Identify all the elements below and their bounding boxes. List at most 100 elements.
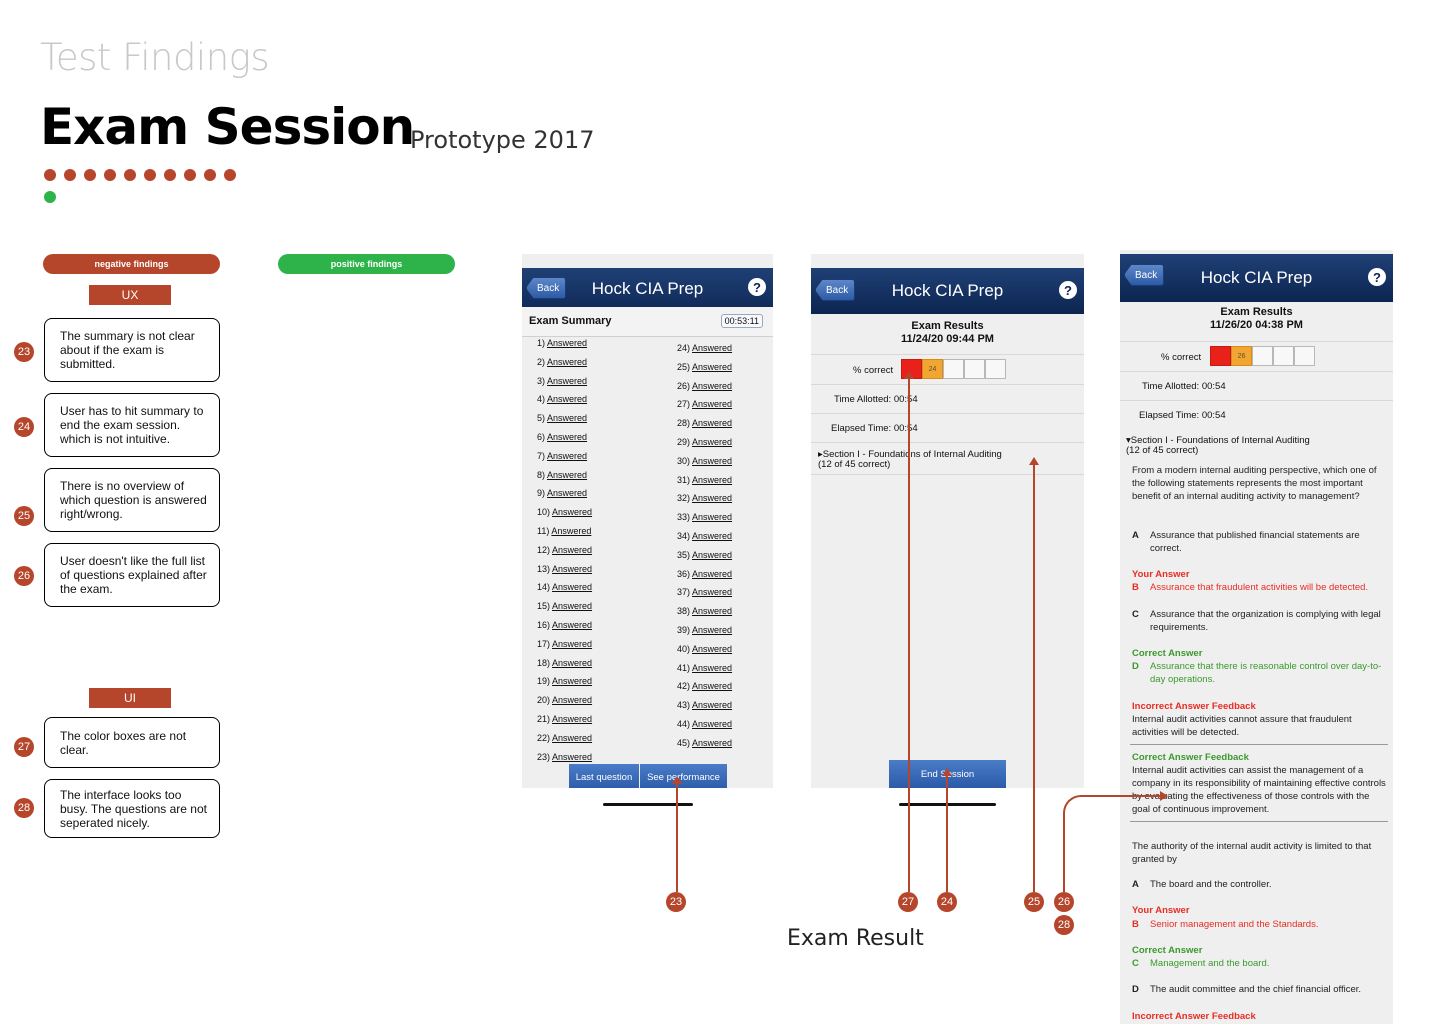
question-row[interactable]: 2) Answered — [537, 357, 592, 376]
answered-link[interactable]: Answered — [552, 639, 592, 649]
answered-link[interactable]: Answered — [692, 531, 732, 541]
answered-link[interactable]: Answered — [547, 376, 587, 386]
answered-link[interactable]: Answered — [692, 418, 732, 428]
answered-link[interactable]: Answered — [692, 399, 732, 409]
question-row[interactable]: 30) Answered — [677, 456, 732, 475]
question-row[interactable]: 15) Answered — [537, 601, 592, 620]
answered-link[interactable]: Answered — [552, 658, 592, 668]
question-row[interactable]: 27) Answered — [677, 399, 732, 418]
answered-link[interactable]: Answered — [692, 512, 732, 522]
answered-link[interactable]: Answered — [692, 569, 732, 579]
see-performance-button[interactable]: See performance — [640, 764, 727, 788]
question-row[interactable]: 9) Answered — [537, 488, 592, 507]
answered-link[interactable]: Answered — [547, 394, 587, 404]
help-icon[interactable]: ? — [1368, 268, 1386, 286]
answered-link[interactable]: Answered — [692, 719, 732, 729]
help-icon[interactable]: ? — [1059, 281, 1077, 299]
question-row[interactable]: 28) Answered — [677, 418, 732, 437]
answered-link[interactable]: Answered — [547, 432, 587, 442]
question-row[interactable]: 42) Answered — [677, 681, 732, 700]
question-row[interactable]: 44) Answered — [677, 719, 732, 738]
help-icon[interactable]: ? — [748, 278, 766, 296]
annotation-line — [908, 377, 910, 892]
question-row[interactable]: 3) Answered — [537, 376, 592, 395]
question-row[interactable]: 17) Answered — [537, 639, 592, 658]
answered-link[interactable]: Answered — [551, 526, 591, 536]
question-row[interactable]: 33) Answered — [677, 512, 732, 531]
question-row[interactable]: 8) Answered — [537, 470, 592, 489]
answered-link[interactable]: Answered — [552, 601, 592, 611]
answered-link[interactable]: Answered — [552, 564, 592, 574]
answered-link[interactable]: Answered — [692, 362, 732, 372]
answered-link[interactable]: Answered — [547, 488, 587, 498]
answered-link[interactable]: Answered — [552, 676, 592, 686]
answered-link[interactable]: Answered — [692, 550, 732, 560]
question-row[interactable]: 38) Answered — [677, 606, 732, 625]
section-row[interactable]: ▸Section I - Foundations of Internal Aud… — [811, 442, 1084, 475]
answered-link[interactable]: Answered — [692, 587, 732, 597]
question-number: 6) — [537, 431, 546, 442]
answered-link[interactable]: Answered — [692, 343, 732, 353]
answered-link[interactable]: Answered — [552, 714, 592, 724]
question-row[interactable]: 24) Answered — [677, 343, 732, 362]
question-row[interactable]: 6) Answered — [537, 432, 592, 451]
question-row[interactable]: 45) Answered — [677, 738, 732, 757]
question-row[interactable]: 16) Answered — [537, 620, 592, 639]
answered-link[interactable]: Answered — [692, 738, 732, 748]
question-row[interactable]: 41) Answered — [677, 663, 732, 682]
question-row[interactable]: 37) Answered — [677, 587, 732, 606]
answered-link[interactable]: Answered — [552, 545, 592, 555]
question-row[interactable]: 36) Answered — [677, 569, 732, 588]
answered-link[interactable]: Answered — [692, 493, 732, 503]
answered-link[interactable]: Answered — [547, 413, 587, 423]
annotation-line — [1063, 812, 1065, 892]
question-row[interactable]: 34) Answered — [677, 531, 732, 550]
question-row[interactable]: 7) Answered — [537, 451, 592, 470]
question-row[interactable]: 21) Answered — [537, 714, 592, 733]
answered-link[interactable]: Answered — [692, 663, 732, 673]
answered-link[interactable]: Answered — [547, 470, 587, 480]
answered-link[interactable]: Answered — [552, 620, 592, 630]
question-row[interactable]: 1) Answered — [537, 338, 592, 357]
answered-link[interactable]: Answered — [552, 752, 592, 762]
answered-link[interactable]: Answered — [547, 357, 587, 367]
section-row[interactable]: ▾Section I - Foundations of Internal Aud… — [1120, 429, 1393, 459]
question-row[interactable]: 31) Answered — [677, 475, 732, 494]
answered-link[interactable]: Answered — [547, 338, 587, 348]
answered-link[interactable]: Answered — [692, 456, 732, 466]
answered-link[interactable]: Answered — [547, 451, 587, 461]
question-row[interactable]: 26) Answered — [677, 381, 732, 400]
question-row[interactable]: 19) Answered — [537, 676, 592, 695]
answered-link[interactable]: Answered — [692, 700, 732, 710]
question-row[interactable]: 32) Answered — [677, 493, 732, 512]
question-row[interactable]: 22) Answered — [537, 733, 592, 752]
question-row[interactable]: 29) Answered — [677, 437, 732, 456]
question-row[interactable]: 39) Answered — [677, 625, 732, 644]
answered-link[interactable]: Answered — [552, 695, 592, 705]
question-row[interactable]: 5) Answered — [537, 413, 592, 432]
answered-link[interactable]: Answered — [692, 437, 732, 447]
last-question-button[interactable]: Last question — [569, 764, 639, 788]
question-row[interactable]: 43) Answered — [677, 700, 732, 719]
answered-link[interactable]: Answered — [552, 582, 592, 592]
question-row[interactable]: 11) Answered — [537, 526, 592, 545]
question-row[interactable]: 18) Answered — [537, 658, 592, 677]
question-number: 26) — [677, 380, 691, 391]
question-row[interactable]: 35) Answered — [677, 550, 732, 569]
question-row[interactable]: 20) Answered — [537, 695, 592, 714]
answered-link[interactable]: Answered — [692, 681, 732, 691]
question-row[interactable]: 10) Answered — [537, 507, 592, 526]
answered-link[interactable]: Answered — [692, 606, 732, 616]
answered-link[interactable]: Answered — [692, 381, 732, 391]
question-row[interactable]: 4) Answered — [537, 394, 592, 413]
question-row[interactable]: 25) Answered — [677, 362, 732, 381]
answered-link[interactable]: Answered — [552, 733, 592, 743]
question-row[interactable]: 14) Answered — [537, 582, 592, 601]
question-row[interactable]: 40) Answered — [677, 644, 732, 663]
answered-link[interactable]: Answered — [692, 644, 732, 654]
answered-link[interactable]: Answered — [552, 507, 592, 517]
question-row[interactable]: 13) Answered — [537, 564, 592, 583]
answered-link[interactable]: Answered — [692, 625, 732, 635]
question-row[interactable]: 12) Answered — [537, 545, 592, 564]
answered-link[interactable]: Answered — [692, 475, 732, 485]
